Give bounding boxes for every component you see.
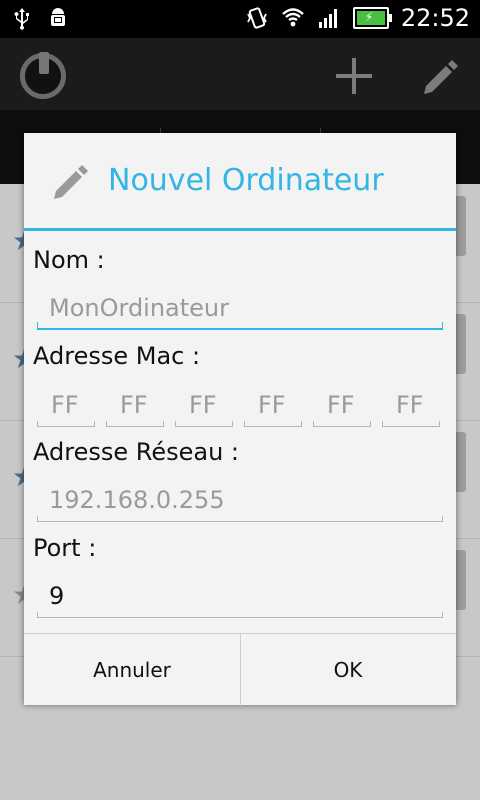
name-placeholder: MonOrdinateur xyxy=(49,294,230,322)
mac-octet-4-input[interactable]: FF xyxy=(244,385,302,427)
network-address-input[interactable]: 192.168.0.255 xyxy=(37,480,443,522)
status-left-icons xyxy=(10,6,70,30)
pencil-icon[interactable] xyxy=(420,56,460,96)
app-power-plug-icon[interactable] xyxy=(20,52,66,99)
cancel-button[interactable]: Annuler xyxy=(24,634,240,706)
status-right-icons: ⚡ 22:52 xyxy=(245,4,470,32)
wifi-icon xyxy=(282,8,304,27)
mac-octet-6-input[interactable]: FF xyxy=(382,385,440,427)
mac-octet-2-input[interactable]: FF xyxy=(106,385,164,427)
dialog-title-divider xyxy=(24,228,456,231)
dialog-button-bar: Annuler OK xyxy=(24,633,456,706)
status-bar: ⚡ 22:52 xyxy=(0,0,480,38)
port-input[interactable]: 9 xyxy=(37,576,443,618)
network-address-placeholder: 192.168.0.255 xyxy=(49,486,225,514)
mac-label: Adresse Mac : xyxy=(33,342,201,370)
name-input[interactable]: MonOrdinateur xyxy=(37,288,443,330)
plus-icon[interactable] xyxy=(334,56,374,96)
new-computer-dialog: Nouvel Ordinateur Nom : MonOrdinateur Ad… xyxy=(24,133,456,706)
vibrate-icon xyxy=(247,7,267,29)
name-label: Nom : xyxy=(33,246,105,274)
mac-octet-1-input[interactable]: FF xyxy=(37,385,95,427)
network-address-label: Adresse Réseau : xyxy=(33,438,240,466)
action-bar xyxy=(0,38,480,110)
status-time: 22:52 xyxy=(400,4,470,32)
ok-button[interactable]: OK xyxy=(240,634,456,706)
mac-octet-3-input[interactable]: FF xyxy=(175,385,233,427)
signal-icon xyxy=(318,9,337,28)
android-debug-icon xyxy=(51,8,65,26)
dialog-title: Nouvel Ordinateur xyxy=(108,163,384,198)
pencil-icon xyxy=(54,165,88,199)
battery-charging-icon: ⚡ xyxy=(352,7,392,29)
dialog-header: Nouvel Ordinateur xyxy=(24,133,456,229)
usb-icon xyxy=(14,8,29,30)
mac-octet-5-input[interactable]: FF xyxy=(313,385,371,427)
port-value: 9 xyxy=(49,582,65,610)
port-label: Port : xyxy=(33,534,97,562)
